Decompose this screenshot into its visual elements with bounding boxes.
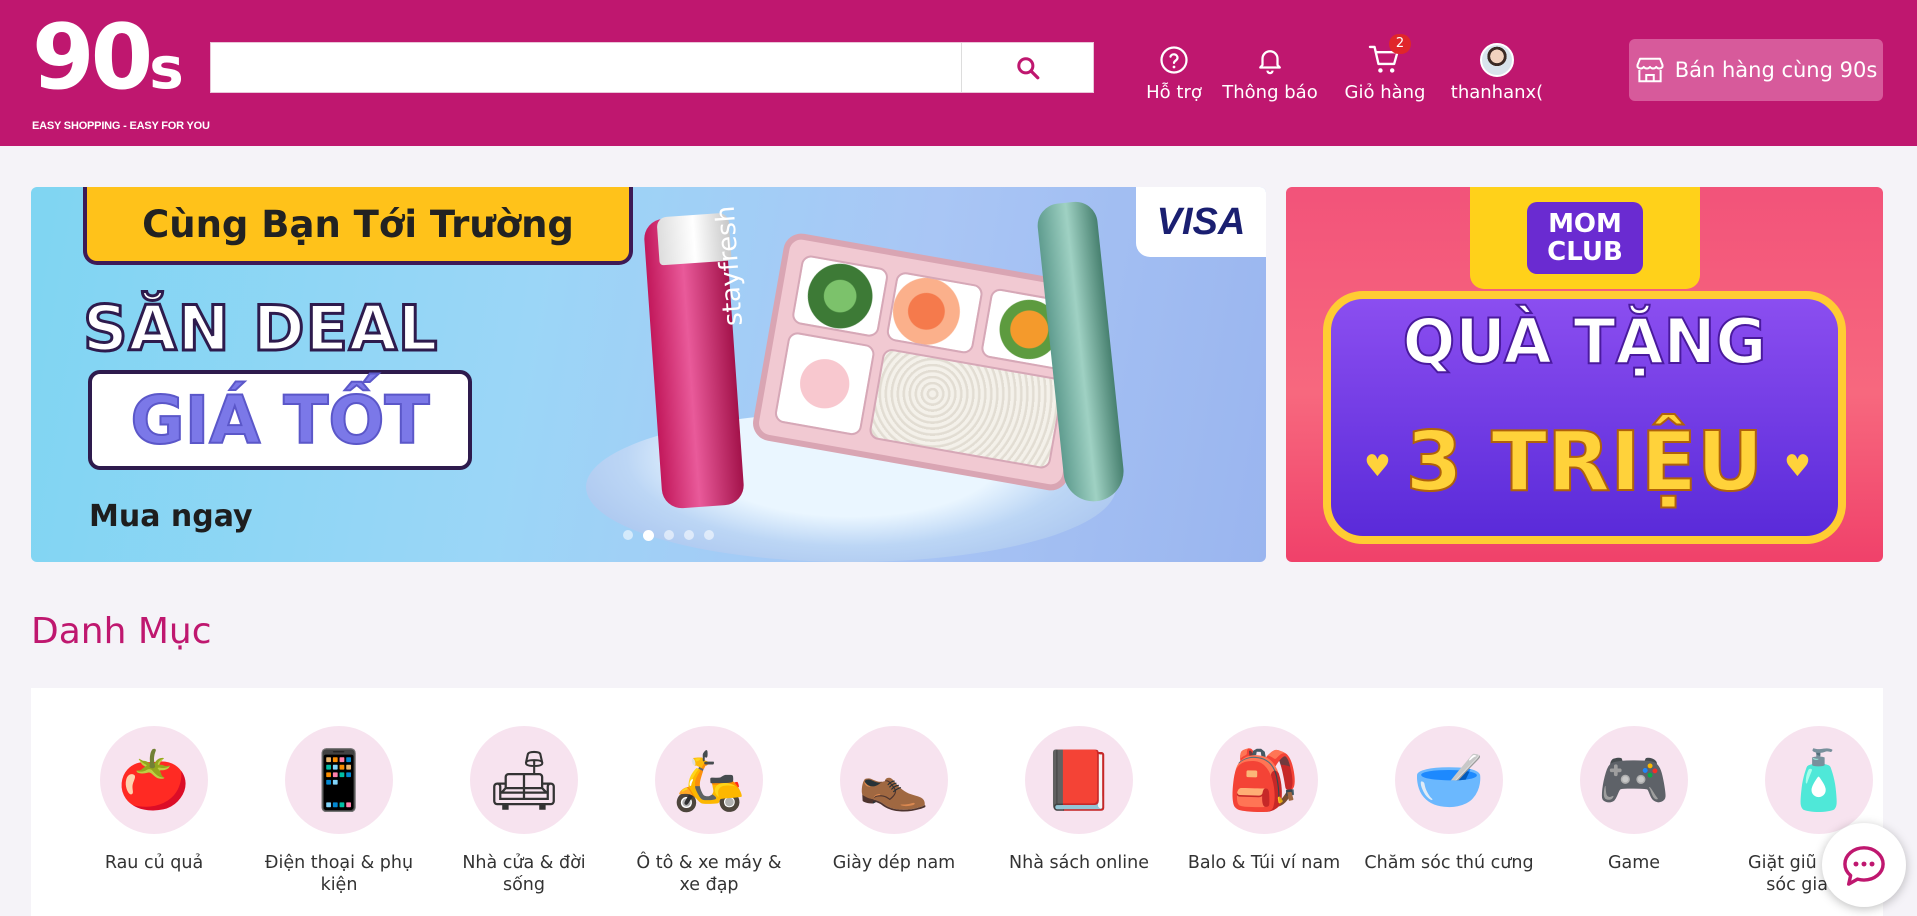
site-logo[interactable]: 90s EASY SHOPPING - EASY FOR YOU [32,13,210,133]
cart-badge: 2 [1389,34,1411,54]
category-label: Giày dép nam [832,853,956,873]
nav-account[interactable]: thanhanx( [1450,42,1544,106]
carousel-dot[interactable] [623,530,633,540]
category-image: 🥣 [1395,726,1503,834]
category-item[interactable]: 📕 Nhà sách online [994,726,1164,874]
heart-icon: ♥ [1364,449,1391,484]
category-label: Ô tô & xe máy & xe đạp [636,853,782,895]
nav-help-label: Hỗ trợ [1146,82,1202,103]
banner-headline: SĂN DEAL [81,291,439,367]
search-input[interactable] [211,43,961,92]
category-label: Nhà sách online [1009,853,1149,873]
mom-club-logo: MOM CLUB [1527,202,1643,274]
sell-button-label: Bán hàng cùng 90s [1674,58,1878,82]
category-item[interactable]: 🛵 Ô tô & xe máy & xe đạp [624,726,794,896]
category-image: 🎒 [1210,726,1318,834]
nav-help[interactable]: Hỗ trợ [1140,42,1208,106]
category-label: Balo & Túi ví nam [1187,853,1341,873]
logo-suffix: s [149,34,184,102]
category-image: 🧴 [1765,726,1873,834]
category-label: Rau củ quả [104,853,204,873]
category-section-title: Danh Mục [31,611,212,652]
category-item[interactable]: 📱 Điện thoại & phụ kiện [254,726,424,896]
banner-title: Cùng Bạn Tới Trường [83,187,633,265]
category-item[interactable]: 🎮 Game [1549,726,1719,874]
category-image: 🎮 [1580,726,1688,834]
bell-icon [1259,50,1281,75]
visa-logo: VISA [1136,187,1266,257]
sell-with-90s-button[interactable]: Bán hàng cùng 90s [1629,39,1883,101]
category-image: 📱 [285,726,393,834]
chat-bubble-icon [1843,846,1885,886]
nav-cart[interactable]: 2 Giỏ hàng [1340,34,1430,106]
category-image: 👞 [840,726,948,834]
heart-icon: ♥ [1784,449,1811,484]
search-button[interactable] [961,43,1093,92]
promo-banner-main[interactable]: stayfresh Cùng Bạn Tới Trường SĂN DEAL G… [31,187,1266,562]
avatar [1480,43,1514,77]
category-label: Điện thoại & phụ kiện [264,853,414,895]
promo-banner-side[interactable]: MOM CLUB QUÀ TẶNG 3 TRIỆU ♥ ♥ [1286,187,1883,562]
category-item[interactable]: 🥣 Chăm sóc thú cưng [1364,726,1534,874]
carousel-dot[interactable] [664,530,674,540]
category-item[interactable]: 🛋 Nhà cửa & đời sống [439,726,609,896]
category-image: 🛵 [655,726,763,834]
category-image: 🍅 [100,726,208,834]
store-icon [1636,57,1664,83]
category-item[interactable]: 👞 Giày dép nam [809,726,979,874]
mom-club-badge: MOM CLUB [1470,187,1700,289]
help-circle-icon [1160,46,1188,74]
banner-highlight: GIÁ TỐT [130,381,431,460]
logo-text: 90 [32,5,153,110]
category-label: Nhà cửa & đời sống [462,853,586,895]
chat-button[interactable] [1822,823,1906,907]
banner-cta[interactable]: Mua ngay [89,499,253,534]
category-image: 📕 [1025,726,1133,834]
nav-account-label: thanhanx( [1450,82,1544,103]
category-image: 🛋 [470,726,578,834]
nav-notifications[interactable]: Thông báo [1220,42,1320,106]
carousel-dots [623,530,714,541]
search-bar [210,42,1094,93]
nav-notifications-label: Thông báo [1222,82,1318,103]
carousel-dot-active[interactable] [643,530,654,541]
nav-cart-label: Giỏ hàng [1344,82,1426,103]
search-icon [1016,56,1039,79]
category-item[interactable]: 🎒 Balo & Túi ví nam [1179,726,1349,874]
banner-highlight-box: GIÁ TỐT [88,370,472,470]
site-header: 90s EASY SHOPPING - EASY FOR YOU Hỗ trợ [0,0,1917,146]
category-label: Chăm sóc thú cưng [1364,853,1534,873]
carousel-dot[interactable] [704,530,714,540]
category-label: Game [1607,853,1661,873]
category-item[interactable]: 🍅 Rau củ quả [69,726,239,874]
carousel-dot[interactable] [684,530,694,540]
gift-headline: QUÀ TẶNG [1402,304,1768,379]
category-list: 🍅 Rau củ quả 📱 Điện thoại & phụ kiện 🛋 N… [31,688,1890,916]
logo-tagline: EASY SHOPPING - EASY FOR YOU [32,120,210,132]
